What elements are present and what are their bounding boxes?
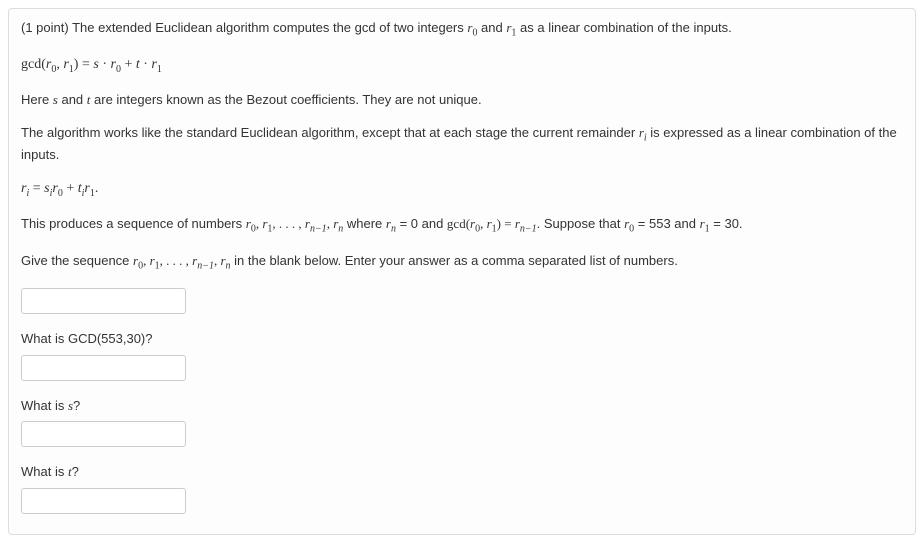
here-1: Here bbox=[21, 92, 53, 107]
var-r1: r1 bbox=[151, 57, 161, 72]
var-r1: r1 bbox=[262, 216, 272, 231]
problem-container: (1 point) The extended Euclidean algorit… bbox=[8, 8, 916, 535]
sequence-paragraph: This produces a sequence of numbers r0 , … bbox=[21, 215, 903, 237]
var-r0: r0 bbox=[110, 57, 120, 72]
var-ri: ri bbox=[639, 125, 647, 140]
equation-gcd: gcd(r0, r1) = s · r0 + t · r1 bbox=[21, 55, 903, 77]
q-s-2: ? bbox=[73, 398, 80, 413]
var-r1: r1 bbox=[63, 57, 73, 72]
var-r0: r0 bbox=[133, 253, 143, 268]
intro-text-3: as a linear combination of the inputs. bbox=[516, 20, 731, 35]
intro-paragraph: (1 point) The extended Euclidean algorit… bbox=[21, 19, 903, 41]
intro-text-2: and bbox=[477, 20, 506, 35]
q-t-2: ? bbox=[72, 464, 79, 479]
seq-3: = 0 and bbox=[396, 216, 447, 231]
plus: + bbox=[63, 181, 78, 196]
q-s-1: What is bbox=[21, 398, 68, 413]
var-rn1: rn−1 bbox=[192, 253, 214, 268]
s-input[interactable] bbox=[21, 421, 186, 447]
algorithm-paragraph: The algorithm works like the standard Eu… bbox=[21, 124, 903, 165]
gcd-input[interactable] bbox=[21, 355, 186, 381]
var-rn: rn bbox=[333, 216, 343, 231]
here-2: and bbox=[58, 92, 87, 107]
sub-n1: n−1 bbox=[310, 224, 327, 235]
dots: , . . . , bbox=[272, 216, 305, 231]
t-input[interactable] bbox=[21, 488, 186, 514]
sub-1: 1 bbox=[157, 64, 162, 75]
var-r1: r1 bbox=[150, 253, 160, 268]
sub-n1: n−1 bbox=[197, 260, 214, 271]
dots: , . . . , bbox=[160, 253, 193, 268]
var-r0: r0 bbox=[52, 181, 62, 196]
var-r1: r1 bbox=[487, 216, 497, 231]
t-question-label: What is t? bbox=[21, 463, 903, 482]
var-rn1: rn−1 bbox=[305, 216, 327, 231]
give-sequence-paragraph: Give the sequence r0, r1, . . . , rn−1, … bbox=[21, 252, 903, 274]
var-rn: rn bbox=[220, 253, 230, 268]
eq-close: ) = bbox=[74, 57, 94, 72]
seq-2: where bbox=[343, 216, 386, 231]
seq-1: This produces a sequence of numbers bbox=[21, 216, 246, 231]
dot: · bbox=[99, 57, 111, 72]
var-r1: r1 bbox=[506, 20, 516, 35]
seq-4: . Suppose that bbox=[537, 216, 624, 231]
seq-5: = 553 and bbox=[634, 216, 699, 231]
bezout-paragraph: Here s and t are integers known as the B… bbox=[21, 91, 903, 110]
eq-sign: = bbox=[501, 216, 515, 231]
var-r0: r0 bbox=[624, 216, 634, 231]
here-3: are integers known as the Bezout coeffic… bbox=[90, 92, 481, 107]
period: . bbox=[95, 181, 99, 196]
sequence-input[interactable] bbox=[21, 288, 186, 314]
dot: · bbox=[140, 57, 152, 72]
give-2: in the blank below. Enter your answer as… bbox=[231, 253, 678, 268]
var-r0: r0 bbox=[46, 57, 56, 72]
gcd-question-label: What is GCD(553,30)? bbox=[21, 330, 903, 349]
seq-6: = 30. bbox=[710, 216, 743, 231]
eq-sign: = bbox=[29, 181, 44, 196]
intro-text-1: The extended Euclidean algorithm compute… bbox=[72, 20, 467, 35]
var-rn: rn bbox=[386, 216, 396, 231]
s-question-label: What is s? bbox=[21, 397, 903, 416]
var-r0: r0 bbox=[470, 216, 480, 231]
var-r0: r0 bbox=[467, 20, 477, 35]
var-r1: r1 bbox=[84, 181, 94, 196]
give-1: Give the sequence bbox=[21, 253, 133, 268]
var-ri: ri bbox=[21, 181, 29, 196]
q-t-1: What is bbox=[21, 464, 68, 479]
var-r0: r0 bbox=[246, 216, 256, 231]
gcd-open: gcd( bbox=[447, 216, 470, 231]
algo-1: The algorithm works like the standard Eu… bbox=[21, 125, 639, 140]
var-rn1: rn−1 bbox=[515, 216, 537, 231]
var-r1: r1 bbox=[700, 216, 710, 231]
sub-n1: n−1 bbox=[520, 224, 537, 235]
points-label: (1 point) bbox=[21, 20, 72, 35]
gcd-open: gcd( bbox=[21, 57, 46, 72]
equation-ri: ri = sir0 + tir1. bbox=[21, 179, 903, 201]
